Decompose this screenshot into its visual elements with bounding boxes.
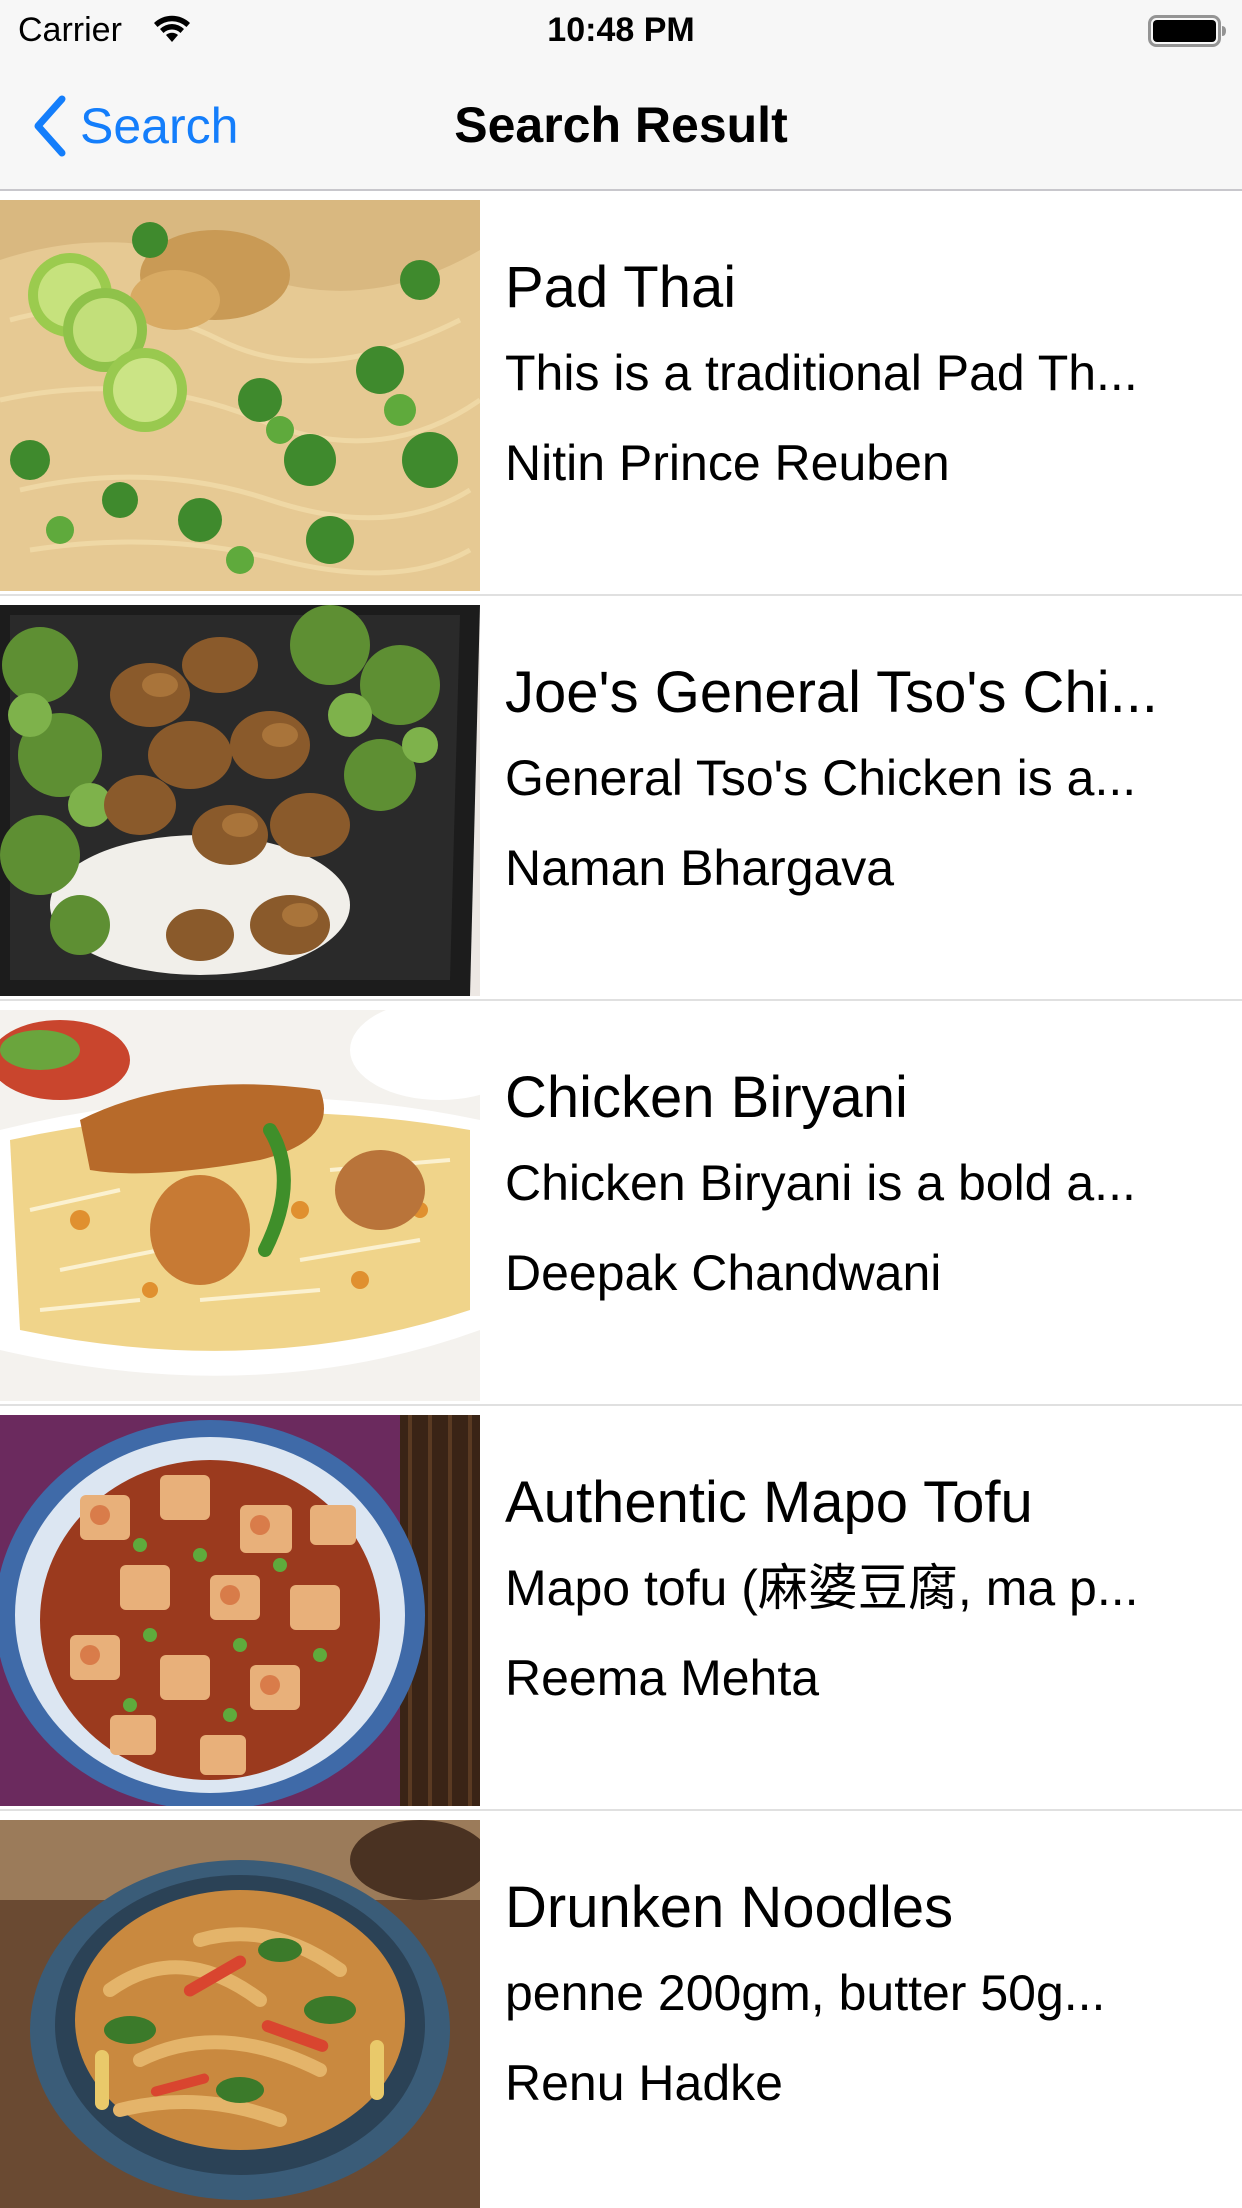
back-button-label: Search (80, 97, 239, 154)
status-bar: Carrier 10:48 PM (0, 0, 1242, 60)
recipe-title: Chicken Biryani (505, 1065, 908, 1130)
chevron-left-icon (34, 95, 66, 156)
recipe-title: Drunken Noodles (505, 1875, 954, 1940)
recipe-description: penne 200gm, butter 50g... (505, 1965, 1106, 2021)
general-tso-chicken-photo (0, 605, 480, 996)
recipe-author: Reema Mehta (505, 1650, 820, 1706)
result-row[interactable]: Drunken Noodles penne 200gm, butter 50g.… (0, 1811, 1242, 2208)
pad-thai-photo (0, 200, 480, 591)
recipe-title: Authentic Mapo Tofu (505, 1470, 1033, 1535)
result-row[interactable]: Pad Thai This is a traditional Pad Th...… (0, 191, 1242, 596)
result-row[interactable]: Authentic Mapo Tofu Mapo tofu (麻婆豆腐, ma … (0, 1406, 1242, 1811)
recipe-description: Mapo tofu (麻婆豆腐, ma p... (505, 1560, 1139, 1616)
result-list[interactable]: Pad Thai This is a traditional Pad Th...… (0, 191, 1242, 2208)
navigation-bar: Search Result Search (0, 60, 1242, 191)
screen: Carrier 10:48 PM Search Result Search Pa… (0, 0, 1242, 2208)
result-row[interactable]: Joe's General Tso's Chi... General Tso's… (0, 596, 1242, 1001)
battery-full-icon (1148, 15, 1226, 47)
recipe-description: General Tso's Chicken is a... (505, 750, 1137, 806)
recipe-description: Chicken Biryani is a bold a... (505, 1155, 1136, 1211)
recipe-title: Joe's General Tso's Chi... (505, 660, 1158, 725)
recipe-title: Pad Thai (505, 255, 737, 320)
drunken-noodles-photo (0, 1820, 480, 2208)
result-row[interactable]: Chicken Biryani Chicken Biryani is a bol… (0, 1001, 1242, 1406)
mapo-tofu-photo (0, 1415, 480, 1806)
recipe-description: This is a traditional Pad Th... (505, 345, 1138, 401)
recipe-author: Deepak Chandwani (505, 1245, 942, 1301)
chicken-biryani-photo (0, 1010, 480, 1401)
recipe-author: Nitin Prince Reuben (505, 435, 950, 491)
status-time: 10:48 PM (547, 11, 695, 49)
recipe-author: Naman Bhargava (505, 840, 895, 896)
recipe-author: Renu Hadke (505, 2055, 783, 2111)
back-button[interactable]: Search (30, 60, 238, 191)
